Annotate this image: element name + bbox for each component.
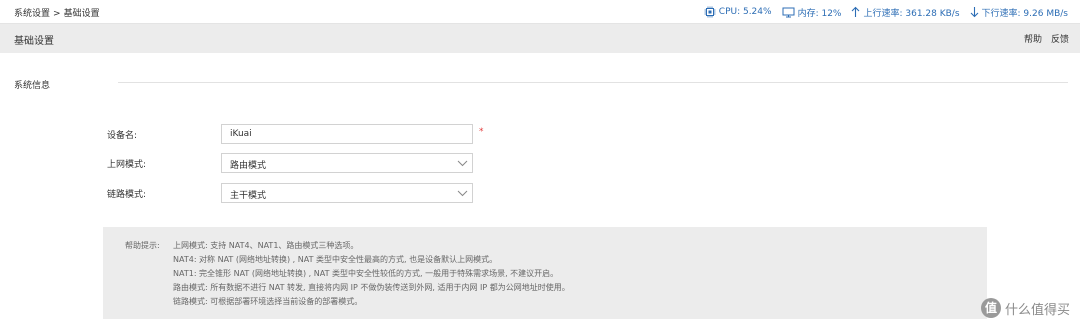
memory-stat: 内存: 12% bbox=[782, 6, 842, 19]
chevron-down-icon bbox=[457, 160, 468, 167]
link-mode-select[interactable]: 主干模式 bbox=[221, 183, 473, 203]
upload-stat-text: 上行速率: 361.28 KB/s bbox=[863, 8, 960, 19]
cpu-icon bbox=[704, 6, 716, 18]
feedback-link[interactable]: 反馈 bbox=[1051, 35, 1069, 45]
arrow-up-icon bbox=[852, 6, 860, 17]
memory-icon bbox=[782, 7, 795, 18]
breadcrumb-separator: > bbox=[53, 9, 61, 19]
help-line: 链路模式: 可根据部署环境选择当前设备的部署模式。 bbox=[173, 297, 363, 306]
section-title: 系统信息 bbox=[14, 81, 51, 91]
device-name-input[interactable]: iKuai bbox=[221, 124, 473, 144]
top-bar: 系统设置 > 基础设置 CPU: 5.24% 内存: 12% 上行速率: 361.2… bbox=[0, 0, 1080, 24]
cpu-stat-text: CPU: 5.24% bbox=[718, 7, 772, 17]
page-header: 基础设置 帮助 反馈 bbox=[0, 24, 1080, 53]
download-stat-text: 下行速率: 9.26 MB/s bbox=[981, 8, 1068, 19]
page-title: 基础设置 bbox=[14, 36, 54, 47]
download-stat: 下行速率: 9.26 MB/s bbox=[970, 6, 1068, 19]
help-title: 帮助提示: bbox=[125, 241, 160, 250]
device-name-row: 设备名: iKuai * bbox=[0, 124, 600, 144]
memory-stat-text: 内存: 12% bbox=[797, 8, 842, 19]
breadcrumb-parent[interactable]: 系统设置 bbox=[14, 9, 50, 19]
wan-mode-value: 路由模式 bbox=[230, 161, 267, 171]
link-mode-value: 主干模式 bbox=[230, 191, 267, 201]
watermark: 值 什么值得买 bbox=[980, 298, 1070, 318]
help-line: 路由模式: 所有数据不进行 NAT 转发, 直接将内网 IP 不做伪装传送到外网… bbox=[173, 283, 570, 292]
help-line: NAT1: 完全锥形 NAT (网络地址转换) , NAT 类型中安全性较低的方… bbox=[173, 269, 559, 278]
wan-mode-label: 上网模式: bbox=[107, 160, 147, 170]
chevron-down-icon bbox=[457, 190, 468, 197]
watermark-text: 什么值得买 bbox=[1004, 302, 1070, 318]
help-line: 上网模式: 支持 NAT4、NAT1、路由模式三种选项。 bbox=[173, 241, 359, 250]
device-name-label: 设备名: bbox=[107, 131, 138, 141]
help-link[interactable]: 帮助 bbox=[1024, 35, 1042, 45]
watermark-logo-icon: 值 bbox=[980, 298, 1001, 318]
upload-stat: 上行速率: 361.28 KB/s bbox=[851, 6, 960, 19]
system-stats: CPU: 5.24% 内存: 12% 上行速率: 361.28 KB/s 下行速… bbox=[694, 5, 1068, 19]
cpu-stat: CPU: 5.24% bbox=[704, 6, 772, 18]
header-links: 帮助 反馈 bbox=[1015, 32, 1069, 45]
arrow-down-icon bbox=[970, 7, 978, 18]
link-mode-row: 链路模式: 主干模式 bbox=[0, 183, 600, 203]
link-mode-label: 链路模式: bbox=[107, 190, 147, 200]
wan-mode-select[interactable]: 路由模式 bbox=[221, 153, 473, 173]
required-mark: * bbox=[479, 127, 484, 137]
section-divider bbox=[118, 82, 1068, 83]
breadcrumb-current: 基础设置 bbox=[63, 9, 100, 19]
wan-mode-row: 上网模式: 路由模式 bbox=[0, 153, 600, 173]
help-panel: 帮助提示: 上网模式: 支持 NAT4、NAT1、路由模式三种选项。 NAT4:… bbox=[103, 227, 987, 319]
help-line: NAT4: 对称 NAT (网络地址转换) , NAT 类型中安全性最高的方式,… bbox=[173, 255, 498, 264]
breadcrumb: 系统设置 > 基础设置 bbox=[14, 6, 100, 19]
